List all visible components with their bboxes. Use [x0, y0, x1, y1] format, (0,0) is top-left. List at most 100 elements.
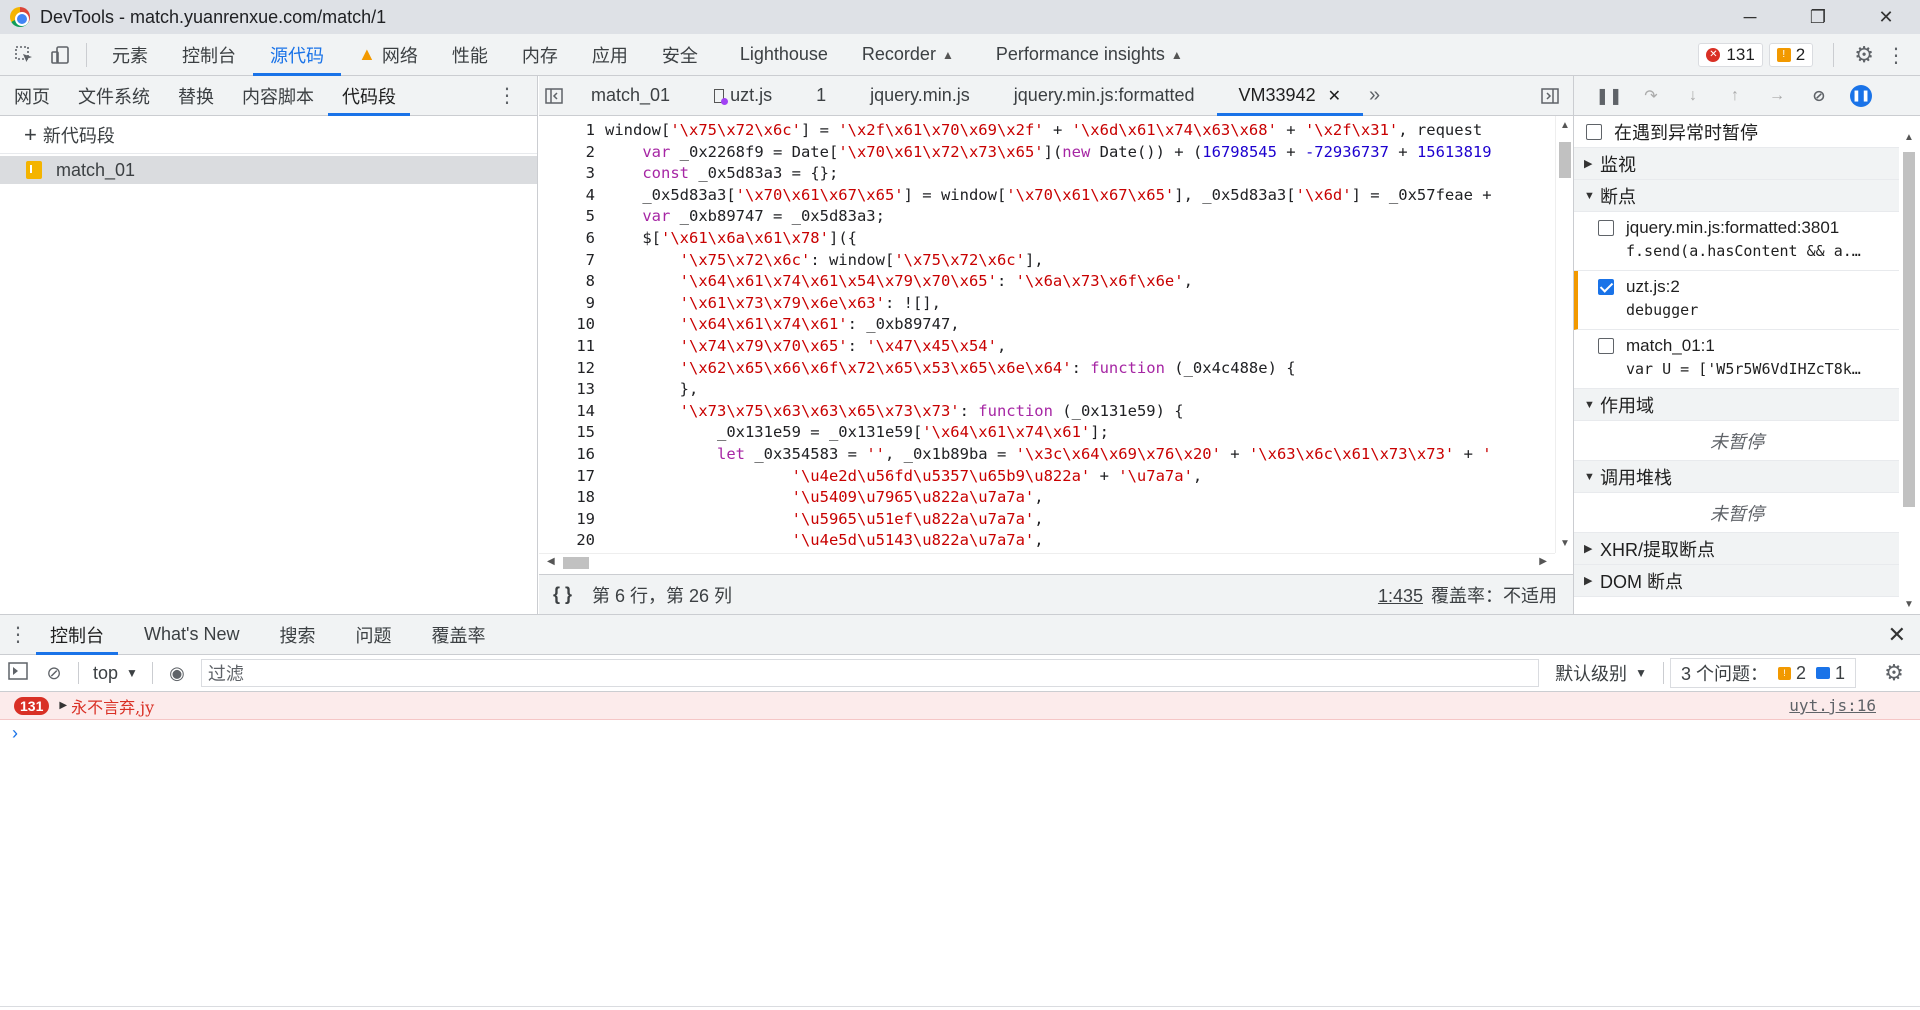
restore-button[interactable]: ❐: [1784, 0, 1852, 34]
step-out-icon[interactable]: ↑: [1714, 87, 1756, 105]
more-options-icon[interactable]: ⋮: [1886, 43, 1906, 68]
navtab-snippets[interactable]: 代码段: [328, 76, 410, 116]
tab-lighthouse[interactable]: Lighthouse: [723, 34, 845, 76]
scroll-down-icon[interactable]: ▼: [1560, 538, 1570, 549]
tab-security[interactable]: 安全: [645, 34, 715, 76]
scroll-up-icon[interactable]: ▲: [1560, 120, 1570, 131]
minimize-button[interactable]: ─: [1716, 0, 1784, 34]
source-lines: window['\x75\x72\x6c'] = '\x2f\x61\x70\x…: [605, 121, 1492, 550]
scroll-thumb[interactable]: [1903, 152, 1915, 507]
tab-memory[interactable]: 内存: [505, 34, 575, 76]
watch-section-header[interactable]: ▶ 监视: [1574, 148, 1900, 180]
editor-tab-vm[interactable]: VM33942 ✕: [1216, 76, 1363, 116]
snippet-item[interactable]: match_01: [0, 156, 537, 184]
xhr-breakpoints-header[interactable]: ▶ XHR/提取断点: [1574, 533, 1900, 565]
drawer-menu-icon[interactable]: ⋮: [0, 622, 36, 647]
console-prompt[interactable]: ›: [0, 720, 1920, 746]
device-toolbar-icon[interactable]: [42, 37, 78, 73]
breakpoint-checkbox[interactable]: [1598, 220, 1614, 236]
drawer-tab-issues[interactable]: 问题: [341, 615, 405, 655]
scroll-right-icon[interactable]: ▶: [1539, 556, 1547, 567]
editor-tab-jquery-formatted[interactable]: jquery.min.js:formatted: [992, 76, 1217, 116]
code-area[interactable]: 1 2 3 4 5 6 7 8 9 10 11 12 13 14 15 16 17 18 19 20 window['…: [539, 116, 1573, 553]
navigator-more-icon[interactable]: ⋮: [497, 83, 517, 108]
warning-count-badge[interactable]: ! 2: [1768, 43, 1814, 67]
expand-triangle-icon[interactable]: ▶: [59, 700, 67, 711]
breakpoints-section-header[interactable]: ▼ 断点: [1574, 180, 1900, 212]
deactivate-breakpoints-icon[interactable]: ⊘: [1798, 86, 1840, 106]
breakpoint-checkbox[interactable]: [1598, 338, 1614, 354]
toggle-navigator-icon[interactable]: [539, 76, 569, 116]
console-error-message[interactable]: 131 ▶ 永不言弃,jy uyt.js:16: [0, 692, 1920, 720]
drawer-tab-whats-new[interactable]: What's New: [130, 615, 253, 655]
dom-breakpoints-header[interactable]: ▶ DOM 断点: [1574, 565, 1900, 597]
pretty-print-icon[interactable]: { }: [553, 584, 572, 605]
toggle-debugger-icon[interactable]: [1535, 76, 1565, 116]
inspect-element-icon[interactable]: [6, 37, 42, 73]
message-source-link[interactable]: uyt.js:16: [1789, 696, 1876, 715]
tab-sources[interactable]: 源代码: [253, 34, 341, 76]
close-window-button[interactable]: ✕: [1852, 0, 1920, 34]
close-tab-icon[interactable]: ✕: [1328, 86, 1341, 106]
new-snippet-button[interactable]: + 新代码段: [0, 116, 537, 154]
console-filter-input[interactable]: 过滤: [200, 659, 1540, 687]
breakpoint-item[interactable]: jquery.min.js:formatted:3801 f.send(a.ha…: [1574, 212, 1900, 271]
editor-tab-uzt[interactable]: uzt.js: [692, 76, 794, 116]
drawer-tab-coverage[interactable]: 覆盖率: [417, 615, 499, 655]
close-drawer-icon[interactable]: ✕: [1888, 622, 1906, 648]
live-expression-eye-icon[interactable]: ◉: [159, 663, 195, 684]
dropdown-caret-icon: ▼: [126, 666, 138, 680]
step-icon[interactable]: →: [1756, 87, 1798, 105]
tab-network[interactable]: ▲ 网络: [341, 34, 435, 76]
breakpoint-checkbox-checked[interactable]: [1598, 279, 1614, 295]
editor-tab-1[interactable]: 1: [794, 76, 848, 116]
scroll-thumb[interactable]: [1559, 142, 1571, 178]
step-over-icon[interactable]: ↷: [1630, 86, 1672, 106]
callstack-section-header[interactable]: ▼ 调用堆栈: [1574, 461, 1900, 493]
pause-resume-icon[interactable]: ❚❚: [1588, 86, 1630, 106]
log-levels-dropdown[interactable]: 默认级别 ▼: [1545, 660, 1657, 686]
step-into-icon[interactable]: ↓: [1672, 87, 1714, 105]
tab-application[interactable]: 应用: [575, 34, 645, 76]
context-selector[interactable]: top ▼: [85, 663, 146, 684]
scroll-down-icon[interactable]: ▼: [1904, 599, 1914, 610]
issues-counter[interactable]: 3 个问题： ! 2 1: [1669, 658, 1856, 688]
pause-on-exceptions-option[interactable]: 在遇到异常时暂停: [1574, 116, 1900, 148]
drawer-tab-console[interactable]: 控制台: [36, 615, 118, 655]
console-settings-gear-icon[interactable]: ⚙: [1876, 660, 1912, 686]
tab-recorder[interactable]: Recorder ▲: [845, 34, 971, 76]
line-number-gutter[interactable]: 1 2 3 4 5 6 7 8 9 10 11 12 13 14 15 16 17 18 19 20: [539, 120, 595, 552]
tab-console[interactable]: 控制台: [165, 34, 253, 76]
navtab-page[interactable]: 网页: [0, 76, 64, 116]
clear-console-icon[interactable]: ⊘: [36, 663, 72, 684]
scroll-thumb[interactable]: [563, 557, 589, 569]
scroll-up-icon[interactable]: ▲: [1904, 132, 1914, 143]
breakpoint-item-active[interactable]: uzt.js:2 debugger: [1574, 271, 1900, 330]
editor-tab-jquery[interactable]: jquery.min.js: [848, 76, 992, 116]
source-location-link[interactable]: 1:435: [1378, 586, 1423, 606]
tab-performance-insights[interactable]: Performance insights ▲: [979, 34, 1200, 76]
settings-gear-icon[interactable]: ⚙: [1854, 42, 1874, 68]
collapse-triangle-icon: ▼: [1584, 398, 1595, 411]
tab-performance[interactable]: 性能: [435, 34, 505, 76]
navtab-filesystem[interactable]: 文件系统: [64, 76, 164, 116]
toolbar-divider: [151, 662, 153, 684]
editor-tab-match01[interactable]: match_01: [569, 76, 692, 116]
scope-section-header[interactable]: ▼ 作用域: [1574, 389, 1900, 421]
pause-on-exceptions-checkbox[interactable]: [1586, 123, 1602, 140]
toolbar-divider: [1662, 662, 1664, 684]
navtab-overrides[interactable]: 替换: [164, 76, 228, 116]
navtab-content-scripts[interactable]: 内容脚本: [228, 76, 328, 116]
tab-elements[interactable]: 元素: [95, 34, 165, 76]
debugger-scrollbar[interactable]: ▲ ▼: [1899, 116, 1920, 614]
prompt-chevron-icon: ›: [12, 722, 18, 743]
drawer-tab-search[interactable]: 搜索: [265, 615, 329, 655]
pause-on-exceptions-icon[interactable]: ❚❚: [1850, 84, 1872, 107]
editor-horizontal-scrollbar[interactable]: ◀ ▶: [539, 553, 1555, 571]
more-tabs-chevron-icon[interactable]: »: [1363, 84, 1386, 107]
breakpoint-item[interactable]: match_01:1 var U = ['W5r5W6VdIHZcT8k…: [1574, 330, 1900, 389]
scroll-left-icon[interactable]: ◀: [547, 556, 555, 567]
error-count-badge[interactable]: ✕ 131: [1698, 43, 1763, 67]
editor-vertical-scrollbar[interactable]: ▲ ▼: [1555, 116, 1573, 553]
show-sidebar-icon[interactable]: [0, 661, 36, 685]
